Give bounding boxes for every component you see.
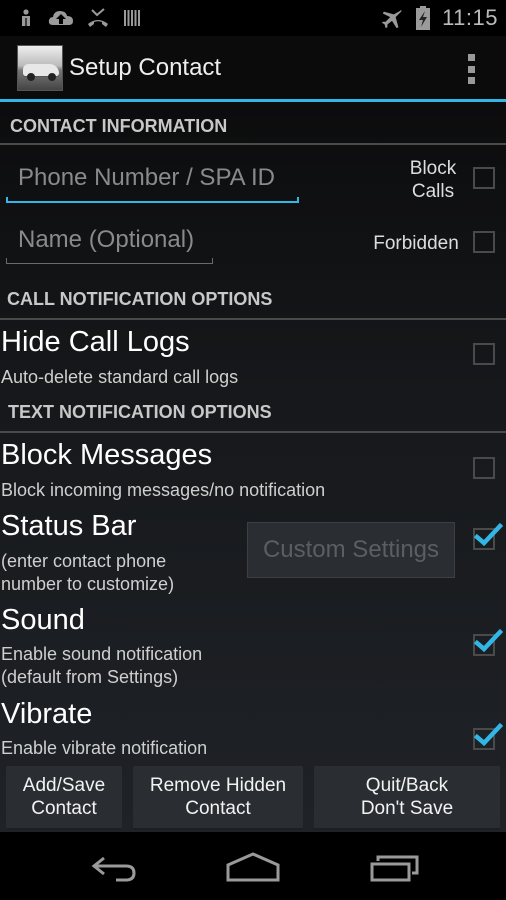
- status-bar-subtitle: (enter contact phone number to customize…: [1, 551, 175, 594]
- status-bar-title: Status Bar: [1, 510, 137, 542]
- contact-information-header: CONTACT INFORMATION: [10, 116, 228, 136]
- notification-icons: [16, 8, 142, 28]
- sound-title: Sound: [1, 604, 85, 636]
- remove-hidden-contact-button[interactable]: Remove Hidden Contact: [133, 766, 303, 830]
- phone-number-placeholder: Phone Number / SPA ID: [18, 164, 276, 191]
- recent-apps-icon[interactable]: [364, 842, 424, 892]
- hide-call-logs-subtitle: Auto-delete standard call logs: [1, 367, 239, 387]
- block-messages-title: Block Messages: [1, 439, 213, 471]
- section-divider: [0, 318, 506, 320]
- block-messages-checkbox[interactable]: [473, 457, 495, 479]
- vibrate-checkbox[interactable]: [473, 722, 503, 750]
- forbidden-checkbox[interactable]: [473, 231, 495, 253]
- section-divider: [0, 143, 506, 145]
- airplane-mode-icon: [380, 8, 404, 29]
- checkmark-icon: [473, 722, 503, 747]
- home-icon[interactable]: [223, 842, 283, 892]
- action-bar: Setup Contact: [0, 36, 506, 100]
- checkmark-icon: [473, 628, 503, 653]
- status-bar-checkbox[interactable]: [473, 522, 503, 550]
- system-icons: 11:15: [380, 5, 498, 31]
- status-bar: 11:15: [0, 0, 506, 36]
- page-title: Setup Contact: [69, 54, 222, 81]
- vibrate-subtitle: Enable vibrate notification: [1, 738, 208, 758]
- name-placeholder: Name (Optional): [18, 226, 195, 253]
- person-icon: [16, 8, 36, 28]
- block-messages-subtitle: Block incoming messages/no notification: [1, 480, 326, 500]
- back-icon[interactable]: [82, 842, 142, 892]
- hide-call-logs-title: Hide Call Logs: [1, 326, 190, 358]
- vibrate-title: Vibrate: [1, 698, 93, 730]
- clock: 11:15: [442, 5, 498, 30]
- navigation-bar: [0, 832, 506, 900]
- checkmark-icon: [473, 522, 503, 547]
- text-notification-header: TEXT NOTIFICATION OPTIONS: [8, 402, 272, 422]
- section-divider: [0, 431, 506, 433]
- call-notification-header: CALL NOTIFICATION OPTIONS: [7, 289, 273, 309]
- cloud-upload-icon: [48, 8, 74, 28]
- sound-checkbox[interactable]: [473, 628, 503, 656]
- forbidden-label: Forbidden: [373, 233, 459, 254]
- battery-charging-icon: [416, 6, 431, 30]
- overflow-menu-icon[interactable]: [466, 54, 476, 84]
- car-image-icon[interactable]: [17, 45, 63, 91]
- sound-subtitle: Enable sound notification (default from …: [1, 644, 203, 687]
- hide-call-logs-checkbox[interactable]: [473, 343, 495, 365]
- name-input[interactable]: Name (Optional): [6, 226, 213, 264]
- block-calls-checkbox[interactable]: [473, 167, 495, 189]
- add-save-contact-button[interactable]: Add/Save Contact: [6, 766, 122, 830]
- barcode-icon: [122, 8, 142, 28]
- setup-contact-form: CONTACT INFORMATION Phone Number / SPA I…: [0, 102, 506, 832]
- block-calls-label: Block Calls: [409, 158, 457, 202]
- missed-call-icon: [86, 8, 110, 28]
- quit-back-button[interactable]: Quit/Back Don't Save: [314, 766, 500, 830]
- custom-settings-button[interactable]: Custom Settings: [247, 522, 455, 578]
- phone-number-input[interactable]: Phone Number / SPA ID: [6, 164, 299, 203]
